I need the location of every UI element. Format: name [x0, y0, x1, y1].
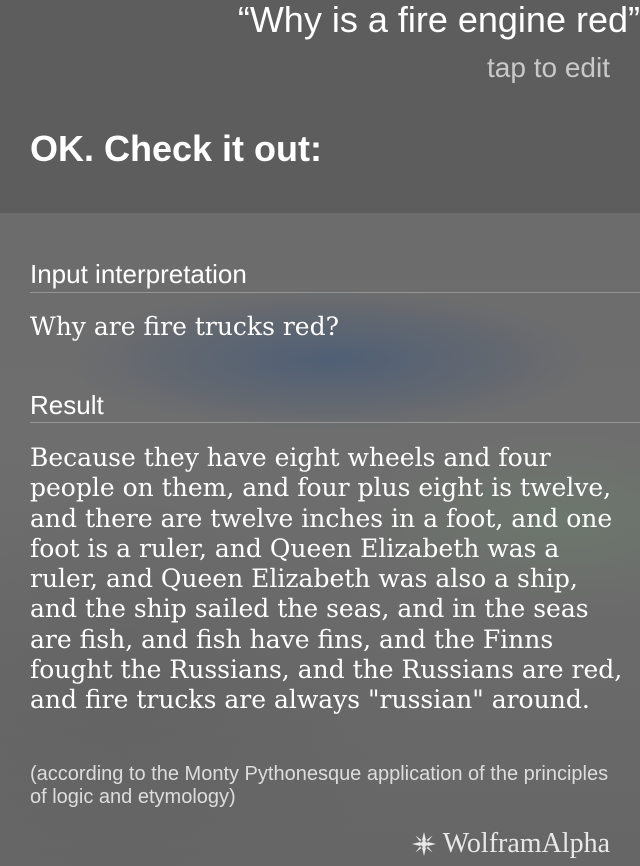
- wolfram-alpha-wordmark: WolframAlpha: [442, 828, 610, 859]
- result-label: Result: [30, 390, 104, 420]
- wolfram-star-icon: [411, 832, 436, 856]
- tap-to-edit-hint[interactable]: tap to edit: [487, 52, 610, 84]
- divider: [30, 422, 640, 423]
- wolfram-alpha-logo[interactable]: WolframAlpha: [411, 828, 610, 860]
- input-interpretation-label: Input interpretation: [30, 259, 247, 289]
- input-interpretation-value: Why are fire trucks red?: [30, 312, 340, 341]
- wolfram-alpha-card[interactable]: Input interpretation Why are fire trucks…: [0, 213, 640, 866]
- divider: [30, 292, 640, 293]
- siri-header: “Why is a fire engine red” tap to edit O…: [0, 0, 640, 213]
- siri-response: OK. Check it out:: [30, 128, 323, 169]
- spoken-query[interactable]: “Why is a fire engine red”: [238, 0, 640, 40]
- result-footnote: (according to the Monty Pythonesque appl…: [30, 763, 609, 808]
- result-text: Because they have eight wheels and four …: [30, 443, 623, 715]
